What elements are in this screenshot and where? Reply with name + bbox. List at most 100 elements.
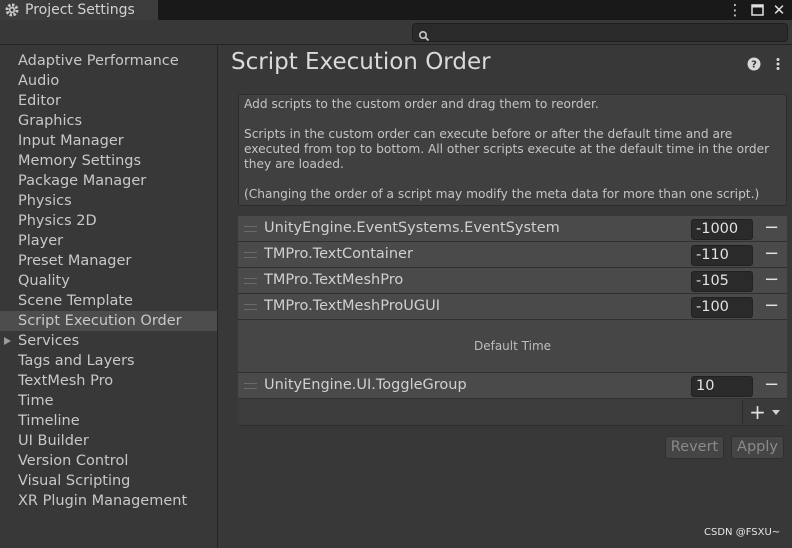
script-name: TMPro.TextMeshPro — [264, 272, 404, 288]
script-name: TMPro.TextMeshProUGUI — [264, 298, 440, 314]
sidebar-item-audio[interactable]: Audio — [0, 71, 217, 91]
sidebar-item-label: Input Manager — [18, 133, 124, 149]
toolbar — [0, 20, 792, 45]
title-bar: Project Settings ⋮ ✕ — [0, 0, 792, 20]
sidebar-item-quality[interactable]: Quality — [0, 271, 217, 291]
drag-handle-icon[interactable] — [244, 304, 257, 310]
add-script-button[interactable]: + — [742, 400, 786, 424]
project-settings-tab[interactable]: Project Settings — [0, 0, 158, 20]
remove-script-button[interactable]: − — [764, 295, 779, 317]
sidebar-item-label: Package Manager — [18, 173, 147, 189]
sidebar-item-physics[interactable]: Physics — [0, 191, 217, 211]
script-name: TMPro.TextContainer — [264, 246, 413, 262]
default-time-divider: Default Time — [238, 320, 787, 373]
script-name: UnityEngine.UI.ToggleGroup — [264, 377, 467, 393]
sidebar-item-visual-scripting[interactable]: Visual Scripting — [0, 471, 217, 491]
chevron-down-icon — [771, 409, 780, 415]
sidebar-item-physics-2d[interactable]: Physics 2D — [0, 211, 217, 231]
execution-order-field[interactable]: -1000 — [691, 219, 753, 240]
sidebar-item-label: Quality — [18, 273, 70, 289]
sidebar-item-tags-and-layers[interactable]: Tags and Layers — [0, 351, 217, 371]
apply-button[interactable]: Apply — [731, 436, 784, 459]
remove-script-button[interactable]: − — [764, 269, 779, 291]
remove-script-button[interactable]: − — [764, 374, 779, 396]
script-row[interactable]: UnityEngine.UI.ToggleGroup 10− — [238, 373, 787, 399]
sidebar-item-timeline[interactable]: Timeline — [0, 411, 217, 431]
sidebar-item-xr-plugin-management[interactable]: XR Plugin Management — [0, 491, 217, 511]
help-text: Scripts in the custom order can execute … — [244, 127, 770, 171]
sidebar-item-label: Timeline — [18, 413, 80, 429]
sidebar-item-player[interactable]: Player — [0, 231, 217, 251]
sidebar-item-label: Adaptive Performance — [18, 53, 179, 69]
svg-text:?: ? — [751, 60, 757, 71]
script-name: UnityEngine.EventSystems.EventSystem — [264, 220, 560, 236]
kebab-menu-icon[interactable]: ⋮ — [728, 1, 743, 19]
sidebar-item-label: Preset Manager — [18, 253, 132, 269]
maximize-icon[interactable] — [750, 3, 764, 17]
sidebar-item-textmesh-pro[interactable]: TextMesh Pro — [0, 371, 217, 391]
script-row[interactable]: TMPro.TextMeshProUGUI -100− — [238, 294, 787, 320]
revert-button[interactable]: Revert — [665, 436, 724, 459]
sidebar-item-ui-builder[interactable]: UI Builder — [0, 431, 217, 451]
script-row[interactable]: UnityEngine.EventSystems.EventSystem -100… — [238, 216, 787, 242]
window-title: Project Settings — [25, 2, 135, 18]
drag-handle-icon[interactable] — [244, 278, 257, 284]
sidebar-item-label: Tags and Layers — [18, 353, 135, 369]
kebab-menu-icon[interactable] — [774, 56, 782, 70]
sidebar-item-memory-settings[interactable]: Memory Settings — [0, 151, 217, 171]
remove-script-button[interactable]: − — [764, 217, 779, 239]
help-icon[interactable]: ? — [747, 56, 761, 71]
script-order-list: UnityEngine.EventSystems.EventSystem -100… — [238, 216, 787, 426]
sidebar-item-label: Editor — [18, 93, 61, 109]
sidebar-item-time[interactable]: Time — [0, 391, 217, 411]
sidebar-item-graphics[interactable]: Graphics — [0, 111, 217, 131]
list-footer: + — [238, 399, 787, 426]
sidebar-item-services[interactable]: Services — [0, 331, 217, 351]
sidebar-item-label: Time — [18, 393, 54, 409]
sidebar-item-label: Audio — [18, 73, 60, 89]
execution-order-field[interactable]: -105 — [691, 271, 753, 292]
sidebar-item-version-control[interactable]: Version Control — [0, 451, 217, 471]
sidebar-item-label: Physics — [18, 193, 72, 209]
gear-icon — [4, 2, 20, 18]
sidebar-item-label: Visual Scripting — [18, 473, 131, 489]
sidebar-item-label: Player — [18, 233, 64, 249]
sidebar-item-label: Graphics — [18, 113, 83, 129]
execution-order-field[interactable]: -100 — [691, 297, 753, 318]
sidebar-item-label: Version Control — [18, 453, 129, 469]
sidebar-item-script-execution-order[interactable]: Script Execution Order — [0, 311, 217, 331]
sidebar-item-label: TextMesh Pro — [18, 373, 114, 389]
help-box: Add scripts to the custom order and drag… — [238, 94, 787, 206]
execution-order-field[interactable]: -110 — [691, 245, 753, 266]
help-text: Add scripts to the custom order and drag… — [244, 97, 599, 111]
help-text: (Changing the order of a script may modi… — [244, 187, 760, 201]
drag-handle-icon[interactable] — [244, 383, 257, 389]
sidebar-item-input-manager[interactable]: Input Manager — [0, 131, 217, 151]
sidebar-item-adaptive-performance[interactable]: Adaptive Performance — [0, 51, 217, 71]
sidebar-item-label: Memory Settings — [18, 153, 142, 169]
remove-script-button[interactable]: − — [764, 243, 779, 265]
sidebar-item-label: Script Execution Order — [18, 313, 182, 329]
sidebar-item-label: XR Plugin Management — [18, 493, 188, 509]
sidebar-item-editor[interactable]: Editor — [0, 91, 217, 111]
close-icon[interactable]: ✕ — [772, 1, 786, 19]
script-row[interactable]: TMPro.TextMeshPro -105− — [238, 268, 787, 294]
search-field[interactable] — [412, 23, 788, 42]
execution-order-field[interactable]: 10 — [691, 376, 753, 397]
main-panel: Script Execution Order ? Add scripts to … — [219, 45, 792, 548]
page-title: Script Execution Order — [231, 49, 491, 75]
plus-icon: + — [749, 400, 766, 424]
sidebar-item-label: Physics 2D — [18, 213, 97, 229]
drag-handle-icon[interactable] — [244, 226, 257, 232]
search-input[interactable] — [433, 24, 783, 41]
sidebar-item-label: Services — [18, 333, 80, 349]
sidebar-item-label: UI Builder — [18, 433, 89, 449]
settings-sidebar: Adaptive Performance Audio Editor Graphics I… — [0, 45, 218, 548]
script-row[interactable]: TMPro.TextContainer -110− — [238, 242, 787, 268]
drag-handle-icon[interactable] — [244, 252, 257, 258]
sidebar-item-scene-template[interactable]: Scene Template — [0, 291, 217, 311]
sidebar-item-package-manager[interactable]: Package Manager — [0, 171, 217, 191]
sidebar-item-preset-manager[interactable]: Preset Manager — [0, 251, 217, 271]
foldout-arrow-icon[interactable] — [4, 337, 11, 345]
search-icon — [418, 27, 430, 42]
